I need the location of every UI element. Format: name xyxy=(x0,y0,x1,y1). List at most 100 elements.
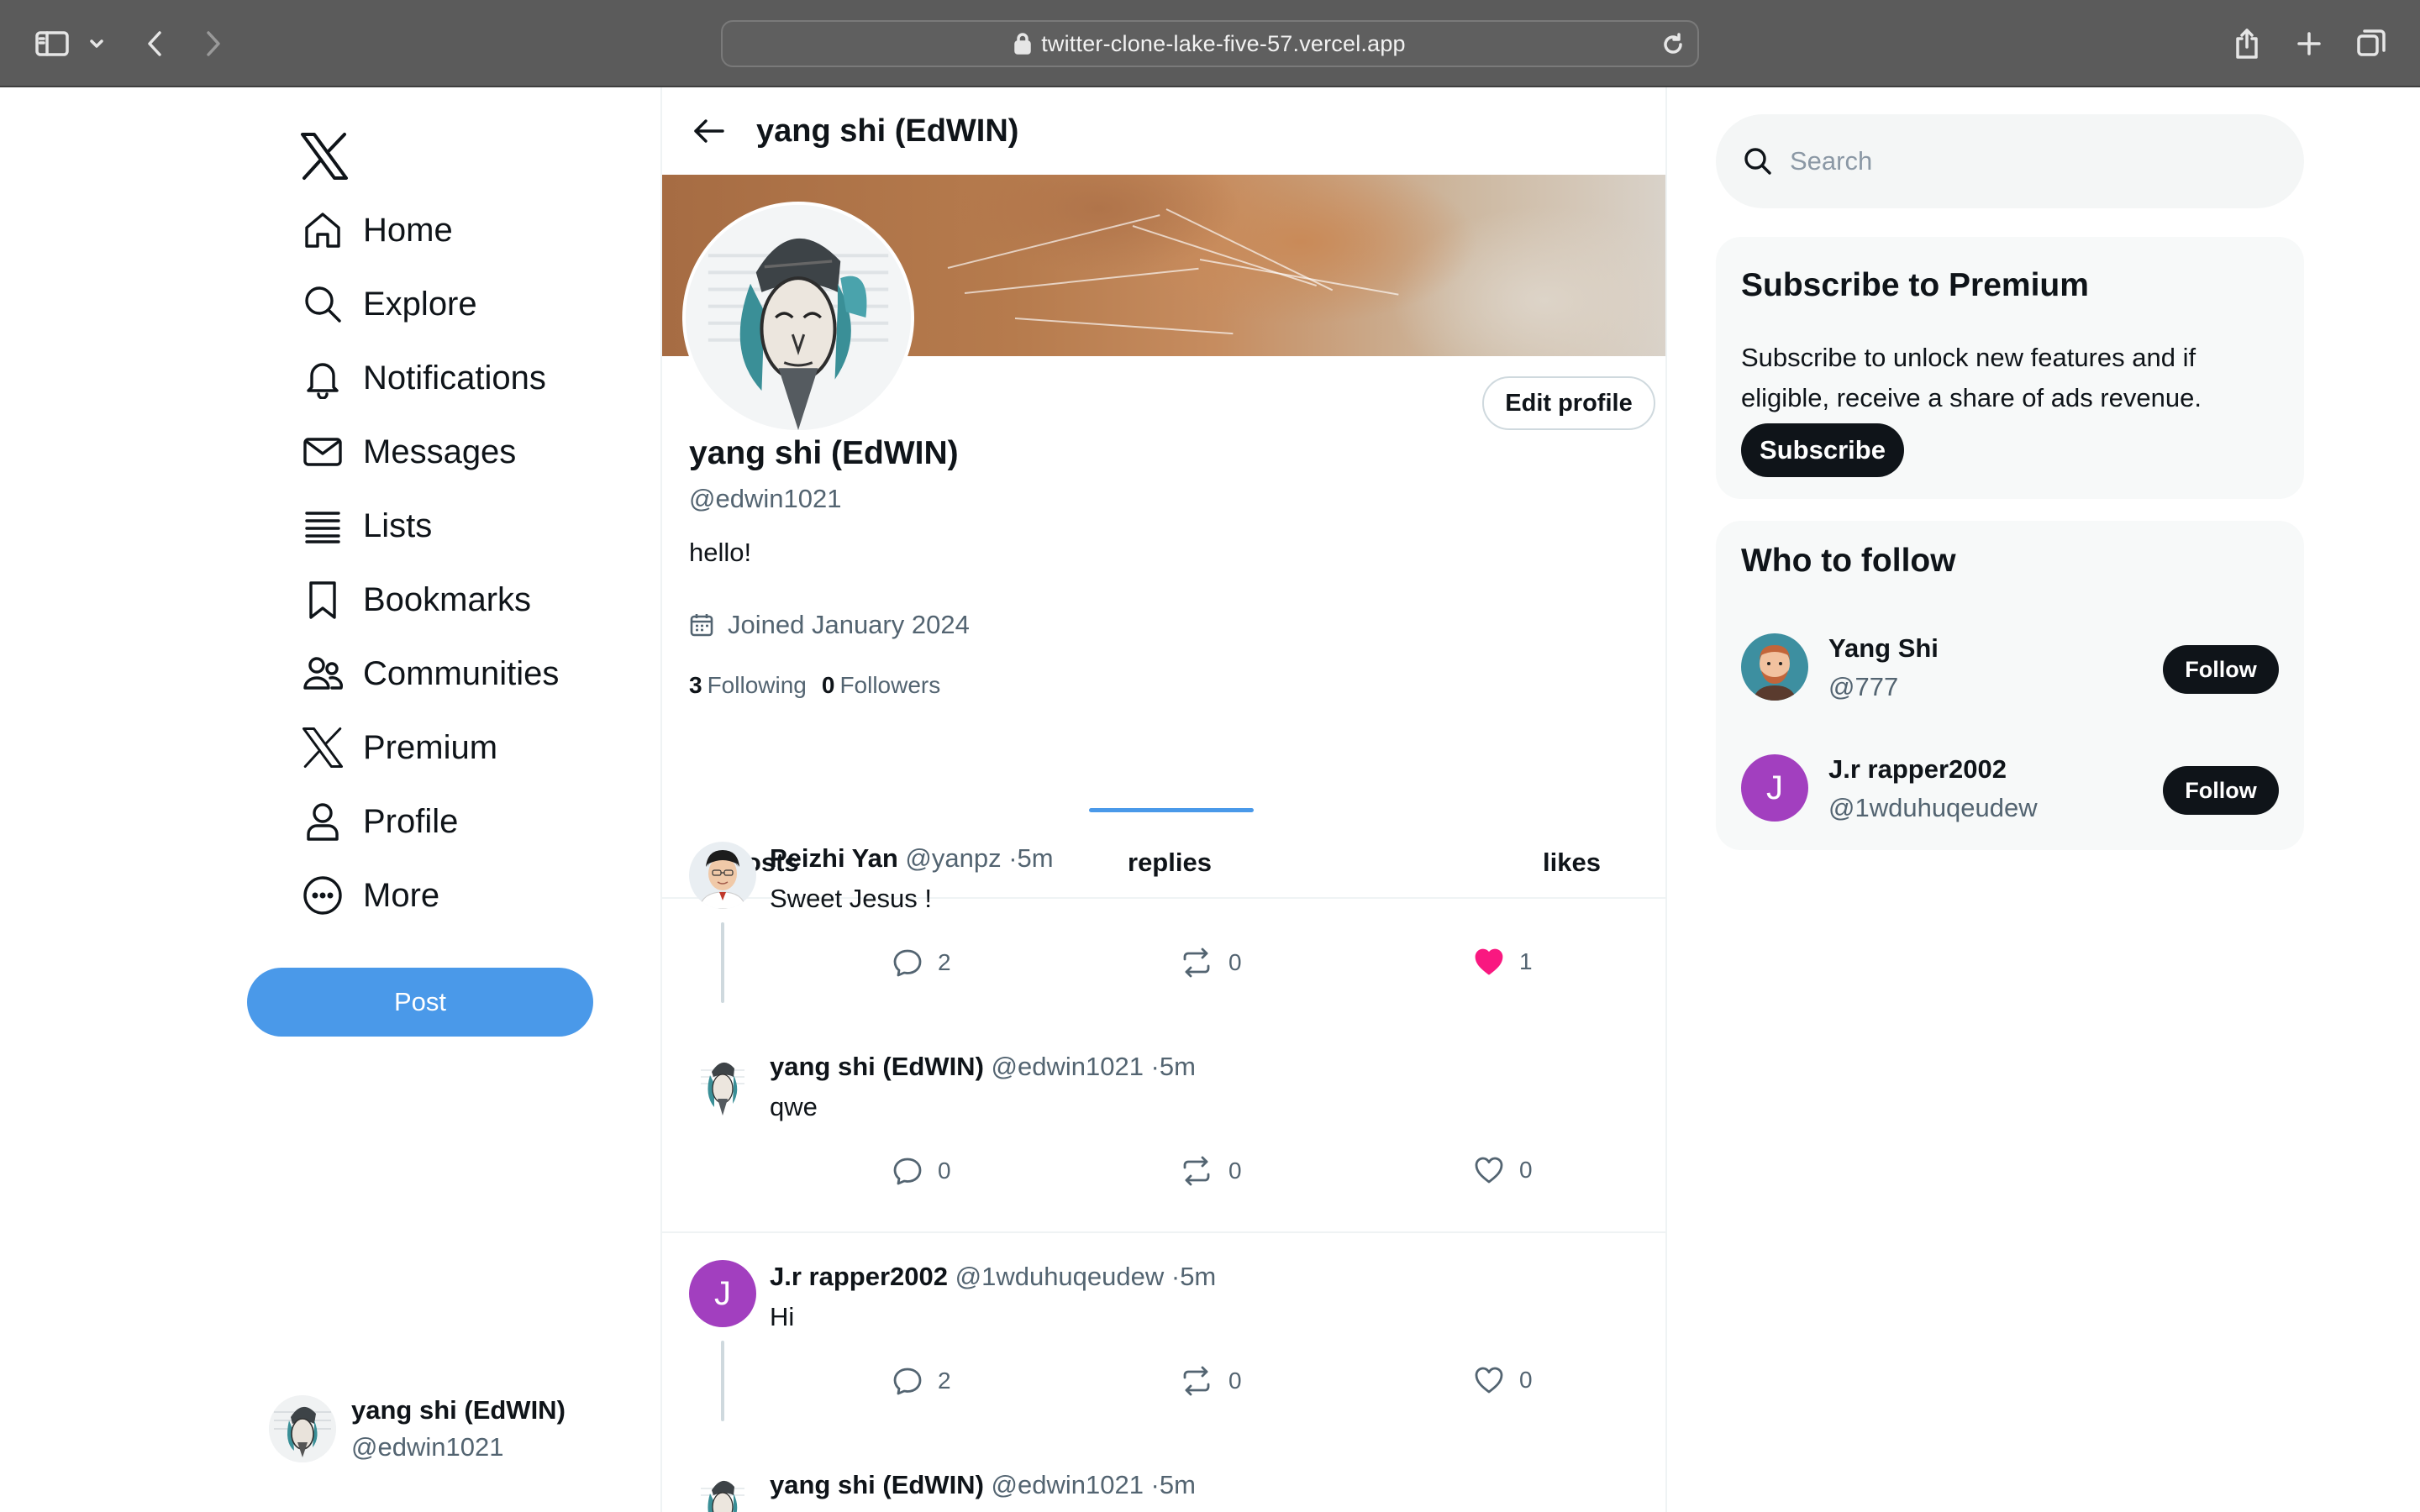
user-icon xyxy=(299,798,346,845)
followers-link[interactable]: 0 Followers xyxy=(822,672,940,699)
reload-icon[interactable] xyxy=(1660,32,1686,57)
retweet-icon xyxy=(1183,948,1210,978)
account-handle: @edwin1021 xyxy=(351,1432,504,1462)
sidebar-item-home[interactable]: Home xyxy=(299,203,453,257)
following-count: 3 xyxy=(689,672,702,698)
retweet-count: 0 xyxy=(1228,1368,1242,1394)
account-switcher[interactable]: yang shi (EdWIN) @edwin1021 xyxy=(269,1391,566,1467)
sidebar-item-messages[interactable]: Messages xyxy=(299,425,516,479)
sidebar-item-more[interactable]: More xyxy=(299,869,439,922)
search-box[interactable] xyxy=(1716,114,2304,208)
comment-icon xyxy=(893,949,922,977)
divider xyxy=(662,1231,1665,1233)
comment-icon xyxy=(893,1368,922,1395)
comment-button[interactable]: 2 xyxy=(892,1366,951,1396)
comment-button[interactable]: 2 xyxy=(892,948,951,978)
post-button[interactable]: Post xyxy=(247,968,593,1037)
suggestion-name[interactable]: J.r rapper2002 xyxy=(1828,754,2007,785)
like-button[interactable]: 0 xyxy=(1474,1156,1533,1184)
forward-nav-icon[interactable] xyxy=(193,20,234,67)
avatar[interactable] xyxy=(689,1468,756,1512)
sidebar-item-bookmarks[interactable]: Bookmarks xyxy=(299,573,531,627)
subscribe-button[interactable]: Subscribe xyxy=(1741,423,1904,477)
avatar xyxy=(269,1395,336,1462)
like-count: 0 xyxy=(1519,1367,1533,1393)
chevron-down-icon[interactable] xyxy=(84,20,109,67)
premium-card: Subscribe to Premium Subscribe to unlock… xyxy=(1716,237,2304,499)
edit-profile-button[interactable]: Edit profile xyxy=(1482,376,1655,430)
sidebar-item-communities[interactable]: Communities xyxy=(299,647,559,701)
reply-item[interactable]: Peizhi Yan @yanpz ·5m Sweet Jesus ! 2 0 … xyxy=(662,842,1665,1026)
profile-avatar[interactable] xyxy=(682,202,914,433)
sidebar-item-label: More xyxy=(363,876,440,914)
who-to-follow-card: Who to follow Yang Shi @777 Follow J J.r… xyxy=(1716,521,2304,850)
new-tab-icon[interactable] xyxy=(2289,20,2329,67)
back-arrow-icon[interactable] xyxy=(687,109,731,153)
sidebar-item-lists[interactable]: Lists xyxy=(299,499,432,553)
search-input[interactable] xyxy=(1790,146,2277,176)
reply-meta: @edwin1021 ·5m xyxy=(991,1470,1196,1499)
reply-author[interactable]: J.r rapper2002 xyxy=(770,1262,948,1291)
suggestion-handle: @777 xyxy=(1828,672,1899,701)
avatar[interactable]: J xyxy=(1741,754,1808,822)
following-link[interactable]: 3 Following xyxy=(689,672,807,699)
reply-header: yang shi (EdWIN) @edwin1021 ·5m xyxy=(770,1052,1196,1082)
sidebar-item-label: Messages xyxy=(363,433,517,470)
follow-button[interactable]: Follow xyxy=(2163,645,2279,694)
heart-icon xyxy=(1475,1157,1503,1184)
reply-text: Hi xyxy=(770,1302,795,1331)
like-button[interactable]: 1 xyxy=(1474,948,1533,976)
search-icon xyxy=(299,281,346,328)
home-icon xyxy=(299,207,346,254)
reply-item[interactable]: yang shi (EdWIN) @edwin1021 ·5m qwe 0 0 … xyxy=(662,1050,1665,1235)
comment-button[interactable]: 0 xyxy=(892,1156,951,1186)
sidebar-item-profile[interactable]: Profile xyxy=(299,795,458,848)
retweet-button[interactable]: 0 xyxy=(1180,1156,1242,1186)
avatar-initial: J xyxy=(1741,754,1808,822)
reply-author[interactable]: Peizhi Yan xyxy=(770,843,898,873)
premium-title: Subscribe to Premium xyxy=(1741,267,2089,303)
followers-count: 0 xyxy=(821,672,835,698)
reply-author[interactable]: yang shi (EdWIN) xyxy=(770,1052,984,1081)
avatar[interactable]: J xyxy=(689,1260,756,1327)
reply-text: Sweet Jesus ! xyxy=(770,884,932,913)
browser-toolbar: twitter-clone-lake-five-57.vercel.app xyxy=(0,0,2420,87)
follow-suggestion[interactable]: Yang Shi @777 Follow xyxy=(1741,633,2279,702)
like-count: 0 xyxy=(1519,1157,1533,1183)
sidebar-item-label: Communities xyxy=(363,654,560,692)
heart-filled-icon xyxy=(1475,948,1503,975)
search-icon xyxy=(1744,148,1771,175)
address-bar[interactable]: twitter-clone-lake-five-57.vercel.app xyxy=(721,20,1699,67)
x-logo-icon[interactable] xyxy=(299,131,350,181)
reply-author[interactable]: yang shi (EdWIN) xyxy=(770,1470,984,1499)
sidebar-item-notifications[interactable]: Notifications xyxy=(299,351,546,405)
like-button[interactable]: 0 xyxy=(1474,1366,1533,1394)
thread-line xyxy=(721,922,724,1003)
retweet-button[interactable]: 0 xyxy=(1180,1366,1242,1396)
follow-button[interactable]: Follow xyxy=(2163,766,2279,815)
sidebar-toggle-icon[interactable] xyxy=(30,20,74,67)
bell-icon xyxy=(299,354,346,402)
retweet-button[interactable]: 0 xyxy=(1180,948,1242,978)
comment-icon xyxy=(893,1158,922,1185)
join-date-text: Joined January 2024 xyxy=(728,610,970,639)
calendar-icon xyxy=(690,614,713,637)
avatar[interactable] xyxy=(689,842,756,909)
share-icon[interactable] xyxy=(2228,20,2265,67)
sidebar-item-premium[interactable]: Premium xyxy=(299,721,497,774)
comment-count: 0 xyxy=(938,1158,951,1184)
reply-header: yang shi (EdWIN) @edwin1021 ·5m xyxy=(770,1470,1196,1500)
follow-suggestion[interactable]: J J.r rapper2002 @1wduhuqeudew Follow xyxy=(1741,754,2279,823)
reply-text: qwe xyxy=(770,1092,818,1121)
reply-meta: @yanpz ·5m xyxy=(905,843,1054,873)
sidebar-item-explore[interactable]: Explore xyxy=(299,277,477,331)
tab-overview-icon[interactable] xyxy=(2351,20,2391,67)
following-label: Following xyxy=(707,672,807,698)
retweet-icon xyxy=(1183,1156,1210,1186)
avatar[interactable] xyxy=(689,1050,756,1117)
avatar[interactable] xyxy=(1741,633,1808,701)
reply-item[interactable]: J J.r rapper2002 @1wduhuqeudew ·5m Hi 2 … xyxy=(662,1260,1665,1445)
reply-item[interactable]: yang shi (EdWIN) @edwin1021 ·5m xyxy=(662,1468,1665,1512)
back-nav-icon[interactable] xyxy=(134,20,175,67)
suggestion-name[interactable]: Yang Shi xyxy=(1828,633,1939,664)
